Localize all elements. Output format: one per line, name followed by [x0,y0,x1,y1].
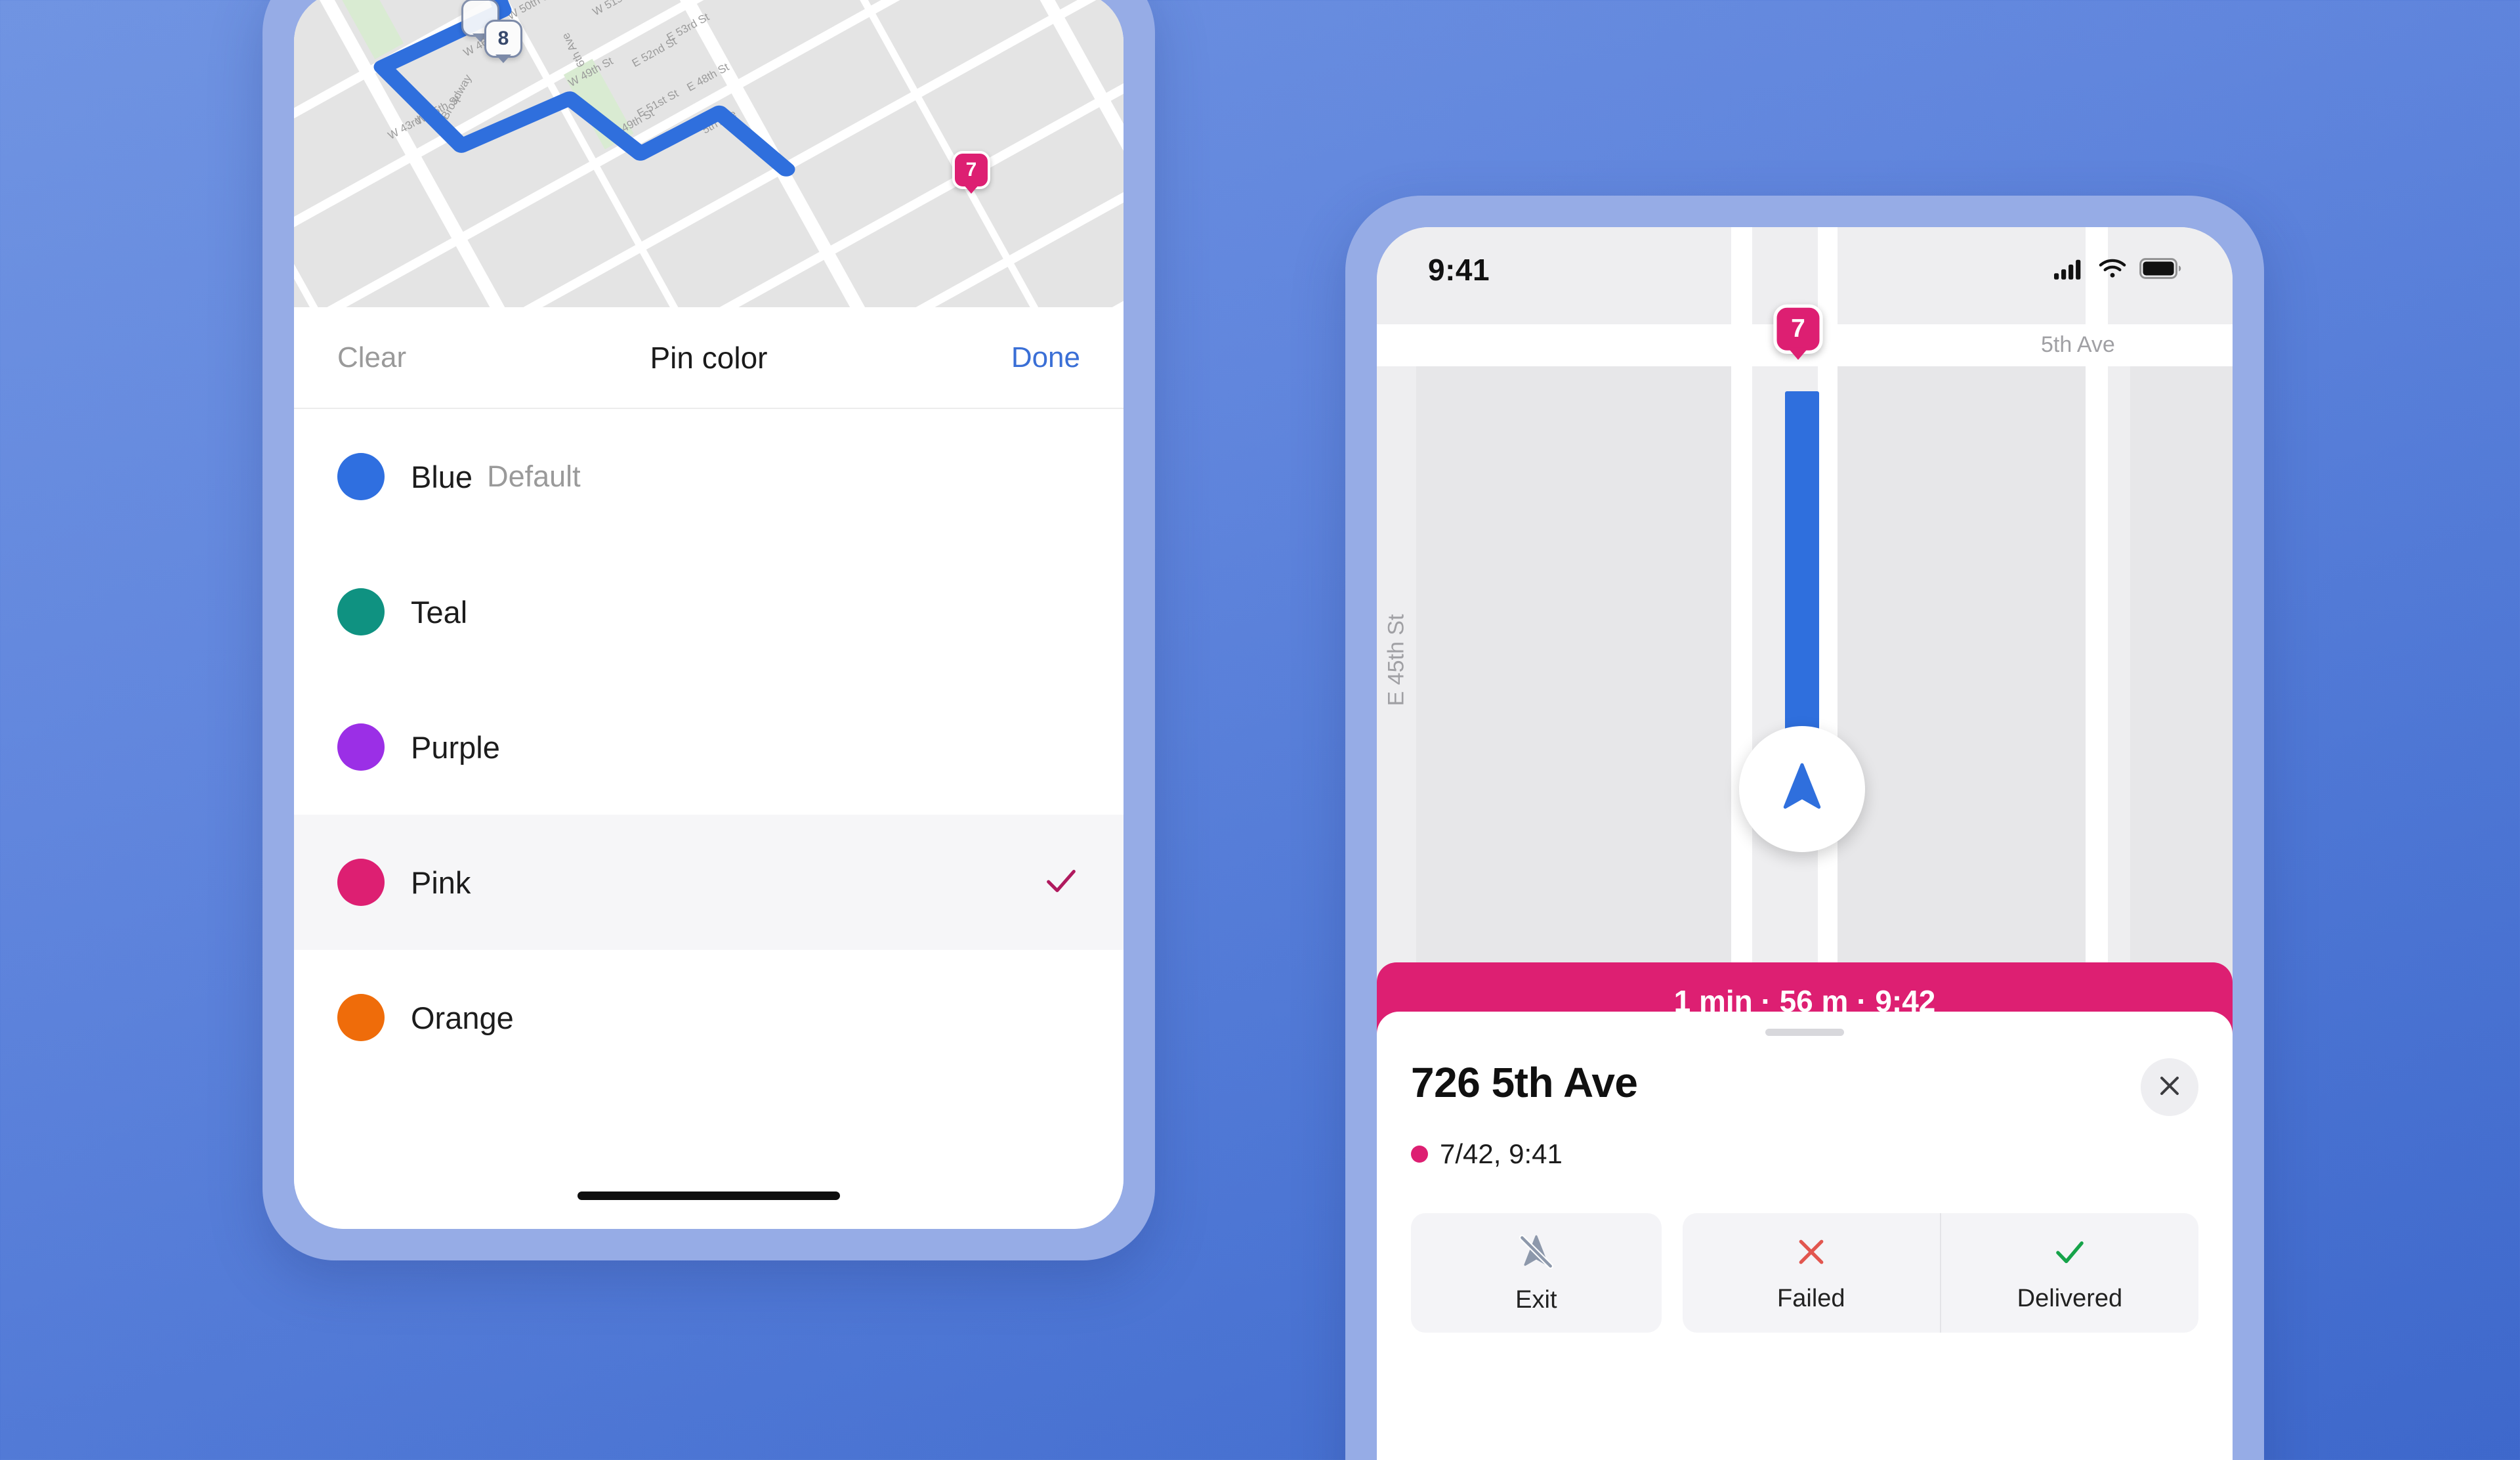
color-option-sublabel: Default [487,460,581,493]
street-label-5th-ave: 5th Ave [2041,332,2115,357]
sheet-header: Clear Pin color Done [294,307,1124,409]
street-label-e-45th-st: E 45th St [1383,614,1409,706]
check-mark-icon [2051,1233,2089,1274]
status-bar-icons [2054,257,2181,283]
right-phone-screen: 5th Ave E 45th St 7 9:41 1 min · 56 m · … [1377,227,2233,1460]
stop-detail-sheet: 726 5th Ave 7/42, 9:41 Exit Failed Deliv… [1377,1012,2233,1460]
color-option-label: Orange [411,1000,514,1035]
map-pin-label: 8 [484,20,522,58]
status-bar-time: 9:41 [1428,253,1490,287]
exit-button[interactable]: Exit [1411,1213,1662,1333]
pin-color-sheet: Clear Pin color Done Blue Default Teal P… [294,307,1124,1229]
color-option-orange[interactable]: Orange [294,950,1124,1085]
left-phone-screen: Broadway W 50th St W 51st St W 49th St W… [294,0,1124,1229]
action-label: Delivered [2017,1285,2123,1312]
color-option-purple[interactable]: Purple [294,679,1124,815]
color-swatch-purple [337,723,385,771]
user-location-puck [1739,726,1865,852]
stop-meta-text: 7/42, 9:41 [1440,1138,1563,1169]
clear-button[interactable]: Clear [337,341,406,374]
wifi-icon [2097,257,2128,283]
selected-check-icon [1042,862,1080,903]
stop-meta-row: 7/42, 9:41 [1411,1138,2198,1170]
close-button[interactable] [2141,1058,2198,1116]
x-mark-icon [1792,1233,1830,1274]
color-option-label: Pink [411,865,471,900]
cellular-signal-icon [2054,257,2086,283]
navigation-arrow-icon [1773,759,1831,820]
color-option-pink[interactable]: Pink [294,815,1124,950]
status-bar: 9:41 [1377,227,2233,312]
color-option-teal[interactable]: Teal [294,544,1124,679]
battery-icon [2139,257,2181,283]
left-map[interactable]: Broadway W 50th St W 51st St W 49th St W… [294,0,1124,307]
left-map-route [373,0,795,177]
home-indicator [578,1192,840,1200]
status-action-group: Failed Delivered [1682,1213,2198,1333]
color-swatch-teal [337,588,385,635]
delivered-button[interactable]: Delivered [1939,1213,2198,1333]
left-phone-frame: Broadway W 50th St W 51st St W 49th St W… [262,0,1155,1260]
right-phone-frame: 5th Ave E 45th St 7 9:41 1 min · 56 m · … [1345,196,2264,1460]
color-swatch-orange [337,994,385,1041]
stop-address: 726 5th Ave [1411,1059,1638,1106]
color-swatch-pink [337,859,385,906]
route-line [1785,391,1819,759]
sheet-title: Pin color [650,340,768,375]
stop-actions: Exit Failed Delivered [1411,1213,2198,1333]
color-option-label: Blue [411,459,473,494]
done-button[interactable]: Done [1011,341,1080,374]
map-pin-8[interactable]: 8 [484,20,522,58]
action-label: Failed [1777,1285,1845,1312]
color-swatch-blue [337,453,385,500]
stop-color-dot [1411,1146,1428,1163]
color-option-label: Purple [411,729,500,765]
close-icon [2155,1071,2184,1104]
map-pin-7[interactable]: 7 [952,151,990,189]
failed-button[interactable]: Failed [1683,1213,1940,1333]
navigation-arrow-off-icon [1516,1232,1557,1276]
map-pin-label: 7 [952,151,990,189]
action-label: Exit [1515,1286,1557,1314]
address-row: 726 5th Ave [1411,1058,2198,1116]
sheet-grabber[interactable] [1765,1029,1844,1036]
color-option-blue[interactable]: Blue Default [294,409,1124,544]
color-option-label: Teal [411,594,468,630]
